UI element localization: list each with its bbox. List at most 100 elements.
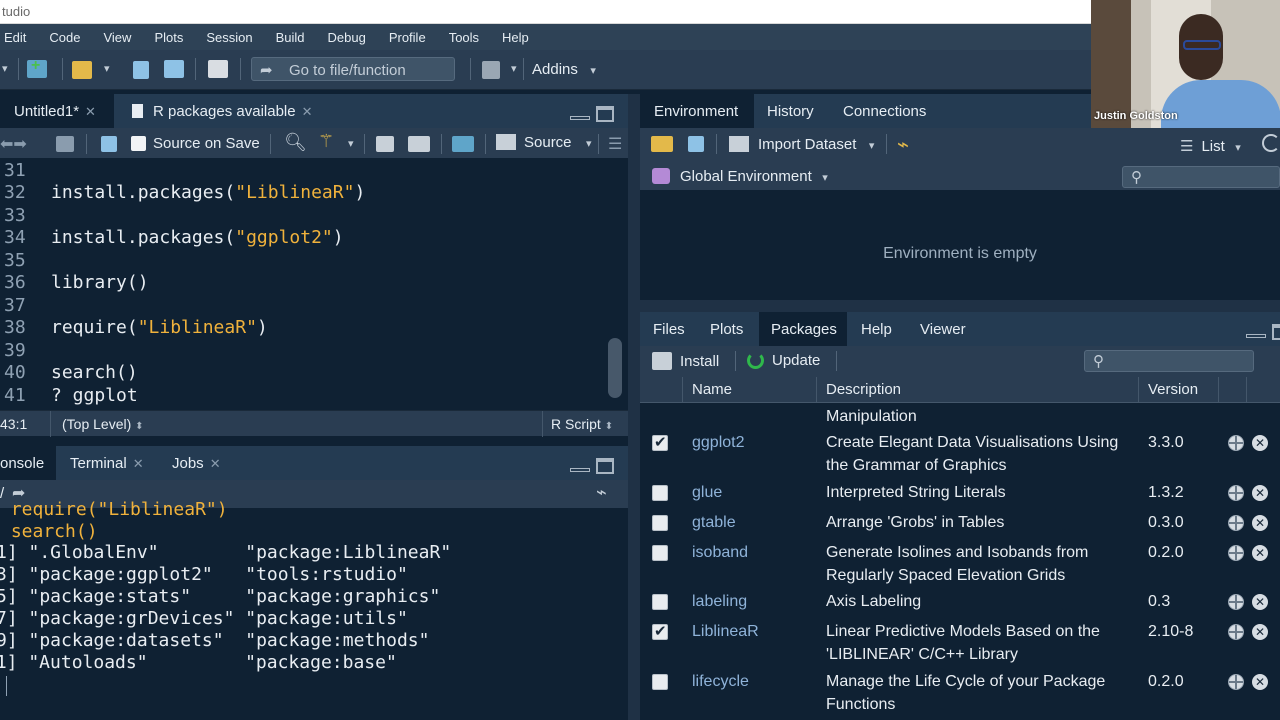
close-icon[interactable]: ✕ xyxy=(133,456,144,471)
column-name[interactable]: Name xyxy=(692,381,732,398)
rerun-icon[interactable] xyxy=(452,136,474,152)
globe-icon[interactable] xyxy=(1228,545,1244,561)
close-icon[interactable]: ✕ xyxy=(85,104,96,119)
package-load-checkbox[interactable] xyxy=(652,515,668,531)
pane-splitter[interactable] xyxy=(640,300,1280,312)
tab-untitled1[interactable]: Untitled1* ✕ xyxy=(0,94,114,128)
search-icon[interactable]: 🔍︎ xyxy=(284,132,307,153)
print-icon[interactable] xyxy=(208,60,228,78)
chevron-down-icon[interactable]: ▾ xyxy=(104,62,110,75)
broom-icon[interactable]: ⌁ xyxy=(596,482,607,503)
globe-icon[interactable] xyxy=(1228,594,1244,610)
tab-plots[interactable]: Plots xyxy=(710,321,743,338)
package-name-link[interactable]: labeling xyxy=(692,593,747,611)
save-icon[interactable] xyxy=(688,136,704,152)
save-icon[interactable] xyxy=(133,61,149,79)
pane-splitter[interactable] xyxy=(628,94,640,720)
column-description[interactable]: Description xyxy=(826,381,901,398)
broom-icon[interactable]: ⌁ xyxy=(897,132,909,157)
remove-package-icon[interactable]: ✕ xyxy=(1252,594,1268,610)
run-line-icon[interactable] xyxy=(408,136,430,152)
package-load-checkbox[interactable] xyxy=(652,674,668,690)
console-output[interactable]: require("LiblineaR") search() 1] ".Globa… xyxy=(0,499,628,720)
filetype-selector[interactable]: R Script ⬍ xyxy=(551,416,613,432)
menu-session[interactable]: Session xyxy=(206,30,252,45)
install-button[interactable]: Install xyxy=(652,352,719,371)
tab-files[interactable]: Files xyxy=(653,321,685,338)
view-mode-dropdown[interactable]: ☰ List ▾ xyxy=(1180,137,1241,156)
tab-connections[interactable]: Connections xyxy=(843,103,926,120)
source-on-save-checkbox[interactable] xyxy=(131,136,146,151)
source-button[interactable]: Source ▾ xyxy=(496,134,592,152)
addins-menu[interactable]: Addins ▾ xyxy=(532,61,596,79)
column-version[interactable]: Version xyxy=(1148,381,1198,398)
outline-icon[interactable]: ☰ xyxy=(608,134,622,154)
globe-icon[interactable] xyxy=(1228,515,1244,531)
package-name-link[interactable]: glue xyxy=(692,484,722,502)
package-name-link[interactable]: isoband xyxy=(692,544,748,562)
remove-package-icon[interactable]: ✕ xyxy=(1252,624,1268,640)
remove-package-icon[interactable]: ✕ xyxy=(1252,435,1268,451)
remove-package-icon[interactable]: ✕ xyxy=(1252,674,1268,690)
magic-wand-icon[interactable]: ⚚ xyxy=(318,131,334,152)
menu-code[interactable]: Code xyxy=(49,30,80,45)
menu-tools[interactable]: Tools xyxy=(449,30,479,45)
show-in-window-icon[interactable] xyxy=(56,136,74,152)
global-environment-dropdown[interactable]: Global Environment ▾ xyxy=(680,168,828,186)
globe-icon[interactable] xyxy=(1228,435,1244,451)
save-all-icon[interactable] xyxy=(164,60,184,78)
menu-view[interactable]: View xyxy=(103,30,131,45)
package-load-checkbox[interactable] xyxy=(652,485,668,501)
menu-help[interactable]: Help xyxy=(502,30,529,45)
pane-layout-icon[interactable] xyxy=(482,61,500,79)
goto-file-function-input[interactable]: ➦ Go to file/function xyxy=(251,57,455,81)
open-folder-icon[interactable] xyxy=(72,61,92,79)
chevron-down-icon[interactable]: ▾ xyxy=(511,62,517,75)
tab-environment[interactable]: Environment xyxy=(640,94,754,128)
code-editor[interactable]: 31 32 install.packages("LiblineaR") 33 34… xyxy=(0,158,628,410)
open-folder-icon[interactable] xyxy=(651,136,673,152)
remove-package-icon[interactable]: ✕ xyxy=(1252,545,1268,561)
package-name-link[interactable]: lifecycle xyxy=(692,673,749,691)
package-load-checkbox[interactable] xyxy=(652,433,668,451)
menu-build[interactable]: Build xyxy=(276,30,305,45)
close-icon[interactable]: ✕ xyxy=(210,456,221,471)
package-name-link[interactable]: ggplot2 xyxy=(692,434,745,452)
compile-report-icon[interactable] xyxy=(376,136,394,152)
tab-console[interactable]: onsole xyxy=(0,446,56,480)
remove-package-icon[interactable]: ✕ xyxy=(1252,515,1268,531)
globe-icon[interactable] xyxy=(1228,485,1244,501)
globe-icon[interactable] xyxy=(1228,674,1244,690)
packages-search-input[interactable]: ⚲ xyxy=(1084,350,1254,372)
refresh-icon[interactable] xyxy=(1262,134,1280,152)
environment-search-input[interactable]: ⚲ xyxy=(1122,166,1280,188)
tab-terminal[interactable]: Terminal ✕ xyxy=(70,455,144,472)
tab-help[interactable]: Help xyxy=(861,321,892,338)
menu-plots[interactable]: Plots xyxy=(154,30,183,45)
tab-history[interactable]: History xyxy=(767,103,814,120)
tab-packages[interactable]: Packages xyxy=(759,312,847,346)
close-icon[interactable]: ✕ xyxy=(302,104,313,119)
package-load-checkbox[interactable] xyxy=(652,545,668,561)
scope-selector[interactable]: (Top Level) ⬍ xyxy=(62,416,144,432)
menu-profile[interactable]: Profile xyxy=(389,30,426,45)
save-icon[interactable] xyxy=(101,136,117,152)
package-load-checkbox[interactable] xyxy=(652,622,668,640)
package-name-link[interactable]: gtable xyxy=(692,514,736,532)
tab-jobs[interactable]: Jobs ✕ xyxy=(172,455,221,472)
tab-r-packages-available[interactable]: R packages available ✕ xyxy=(122,94,328,128)
tab-viewer[interactable]: Viewer xyxy=(920,321,966,338)
package-name-link[interactable]: LiblineaR xyxy=(692,623,759,641)
globe-icon[interactable] xyxy=(1228,624,1244,640)
remove-package-icon[interactable]: ✕ xyxy=(1252,485,1268,501)
menu-edit[interactable]: Edit xyxy=(4,30,26,45)
chevron-down-icon[interactable]: ▾ xyxy=(2,62,8,75)
package-load-checkbox[interactable] xyxy=(652,594,668,610)
chevron-down-icon[interactable]: ▾ xyxy=(348,137,354,150)
back-forward-icon[interactable]: ⬅➡ xyxy=(0,134,27,154)
menu-debug[interactable]: Debug xyxy=(328,30,366,45)
update-button[interactable]: Update xyxy=(747,352,820,370)
import-dataset-button[interactable]: Import Dataset ▾ xyxy=(729,136,874,154)
editor-scrollbar[interactable] xyxy=(608,338,622,398)
package-version: 0.3.0 xyxy=(1148,514,1184,531)
